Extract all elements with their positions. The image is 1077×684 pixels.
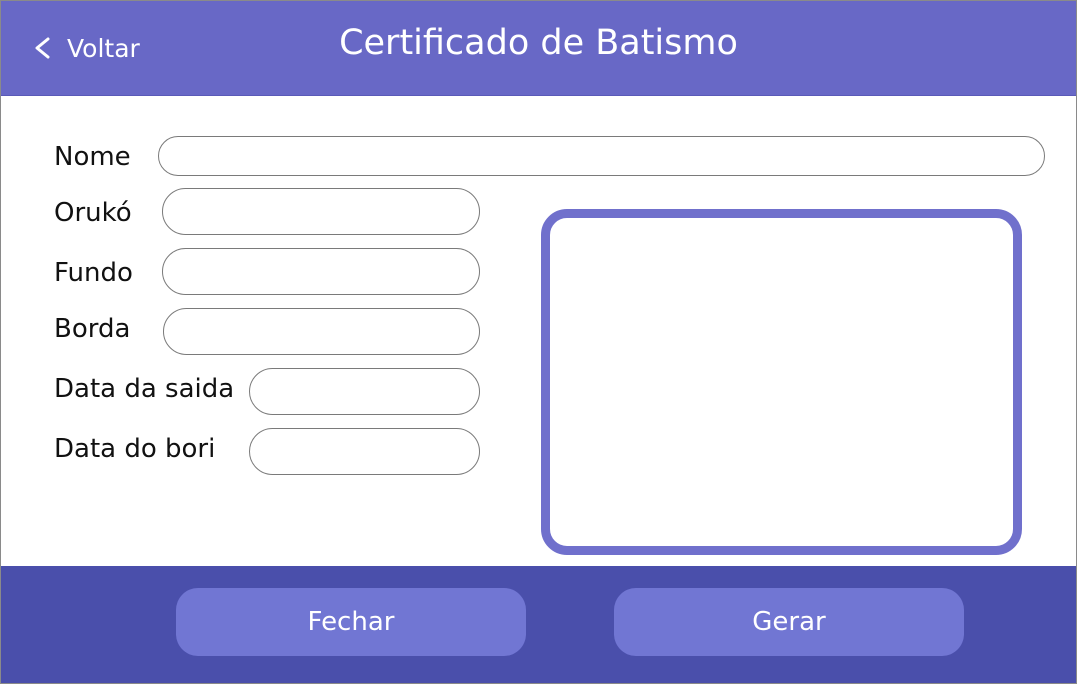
borda-input[interactable] <box>163 308 480 355</box>
certificate-preview <box>541 209 1022 555</box>
name-label: Nome <box>54 142 131 172</box>
oruko-input[interactable] <box>162 188 480 235</box>
close-button[interactable]: Fechar <box>176 588 526 656</box>
oruko-label: Orukó <box>54 198 132 228</box>
bori-date-input[interactable] <box>249 428 480 475</box>
footer-bar: Fechar Gerar <box>1 566 1076 683</box>
app-window: Voltar Certificado de Batismo Nome Orukó… <box>0 0 1077 684</box>
fundo-input[interactable] <box>162 248 480 295</box>
generate-button[interactable]: Gerar <box>614 588 964 656</box>
borda-label: Borda <box>54 314 131 344</box>
name-input[interactable] <box>158 136 1045 176</box>
fundo-label: Fundo <box>54 258 133 288</box>
exit-date-input[interactable] <box>249 368 480 415</box>
generate-button-label: Gerar <box>752 607 826 637</box>
close-button-label: Fechar <box>307 607 395 637</box>
page-title: Certificado de Batismo <box>339 23 738 63</box>
exit-date-label: Data da saida <box>54 374 235 404</box>
header-bar: Voltar Certificado de Batismo <box>1 1 1076 96</box>
bori-date-label: Data do bori <box>54 434 216 464</box>
